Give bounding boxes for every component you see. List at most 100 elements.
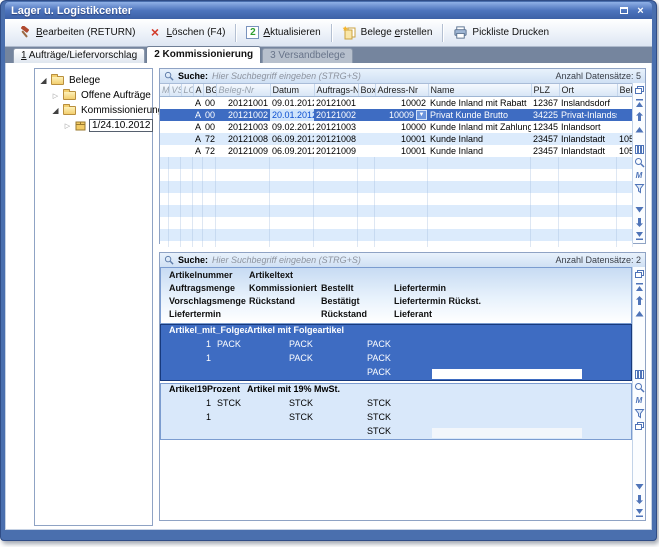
- create-documents-button[interactable]: Belege erstellen: [336, 23, 439, 42]
- positions-record-count: Anzahl Datensätze: 2: [555, 255, 641, 265]
- tree-item-kommission-1[interactable]: ▷ 1/24.10.2012: [35, 118, 152, 133]
- group-title-row: Artikel19Prozent Artikel mit 19% MwSt.: [161, 384, 631, 398]
- col-vs[interactable]: VS: [169, 84, 181, 97]
- einheit: PACK: [217, 339, 241, 349]
- hdr-liefertermin: Liefertermin: [394, 283, 446, 293]
- move-down-icon[interactable]: [634, 217, 645, 228]
- documents-icon: [342, 25, 357, 40]
- col-plz[interactable]: PLZ: [531, 84, 559, 97]
- tab-band: 1 Aufträge/Liefervorschlag 2 Kommissioni…: [5, 47, 652, 63]
- tree-item-offene-auftraege[interactable]: ▷ Offene Aufträge: [35, 88, 152, 103]
- goto-last-icon[interactable]: [634, 230, 645, 241]
- titlebar[interactable]: Lager u. Logistikcenter ×: [5, 2, 652, 19]
- col-bg[interactable]: BG: [203, 84, 216, 97]
- col-adress[interactable]: Adress-Nr: [375, 84, 428, 97]
- move-up-icon[interactable]: [634, 111, 645, 122]
- mark-icon[interactable]: M: [634, 395, 645, 406]
- toolbar-separator: [235, 24, 236, 42]
- orders-search-bar: Suche: Anzahl Datensätze: 5: [160, 69, 645, 84]
- page-down-icon[interactable]: [634, 481, 645, 492]
- col-beleg[interactable]: Beleg-Nr: [216, 84, 270, 97]
- refresh-button[interactable]: 2 Aktualisieren: [240, 24, 326, 41]
- search-magnifier-icon[interactable]: [634, 382, 645, 393]
- copy-window-icon[interactable]: [634, 269, 645, 280]
- kommissioniert-einheit: STCK: [289, 412, 313, 422]
- col-datum[interactable]: Datum: [270, 84, 314, 97]
- order-row[interactable]: A 72 20121008 06.09.2012 20121008 10001 …: [160, 133, 633, 145]
- package-icon: [75, 120, 86, 131]
- col-m[interactable]: M: [160, 84, 169, 97]
- tree-item-kommissionierung[interactable]: ◢ Kommissionierung: [35, 103, 152, 118]
- header-row-3: Vorschlagsmenge Rückstand Bestätigt Lief…: [161, 294, 631, 307]
- order-row[interactable]: A 72 20121009 06.09.2012 20121009 10001 …: [160, 145, 633, 157]
- print-picklist-button[interactable]: Pickliste Drucken: [447, 23, 555, 42]
- orders-table: M VS LO A BG Beleg-Nr Datum Auftrags-Nr.…: [160, 84, 634, 157]
- col-auftrag[interactable]: Auftrags-Nr.: [314, 84, 358, 97]
- goto-first-icon[interactable]: [634, 98, 645, 109]
- columns-icon[interactable]: [634, 144, 645, 155]
- search-magnifier-icon[interactable]: [634, 157, 645, 168]
- columns-icon[interactable]: [634, 369, 645, 380]
- create-documents-button-label: Belege erstellen: [361, 27, 433, 38]
- folder-icon: [51, 76, 64, 85]
- filter-icon[interactable]: [634, 183, 645, 194]
- tab-auftraege-liefervorschlag[interactable]: 1 Aufträge/Liefervorschlag: [13, 48, 145, 63]
- date-edit-cell[interactable]: 20.01.2012: [270, 109, 314, 121]
- col-box[interactable]: Box: [358, 84, 375, 97]
- edit-button-label: Bearbeiten (RETURN): [36, 27, 135, 38]
- order-row[interactable]: A 00 20121003 09.02.2012 20121003 10000 …: [160, 121, 633, 133]
- positions-search-input[interactable]: [212, 254, 551, 266]
- kommissioniert-einheit: PACK: [289, 339, 313, 349]
- copy-window-icon[interactable]: [634, 421, 645, 432]
- position-group-selected[interactable]: Artikel_mit_Folgeartikel Artikel mit Fol…: [160, 324, 632, 381]
- kommissioniert-einheit: STCK: [289, 398, 313, 408]
- artikelnummer: Artikel_mit_Folgeartikel: [169, 325, 247, 335]
- hdr-rueckstand: Rückstand: [249, 296, 321, 306]
- tree-expanded-icon[interactable]: ◢: [51, 106, 60, 115]
- tree-label: Offene Aufträge: [79, 90, 153, 101]
- col-lo[interactable]: LO: [181, 84, 193, 97]
- lieferant-input[interactable]: [432, 428, 582, 438]
- search-label: Suche:: [178, 71, 208, 81]
- mark-icon[interactable]: M: [634, 170, 645, 181]
- tree-collapsed-icon[interactable]: ▷: [51, 92, 60, 100]
- refresh-button-label: Aktualisieren: [263, 27, 320, 38]
- tree-item-belege[interactable]: ◢ Belege: [35, 73, 152, 88]
- close-icon[interactable]: ×: [633, 4, 648, 17]
- hdr-liefertermin-2: Liefertermin: [169, 309, 249, 319]
- copy-window-icon[interactable]: [634, 85, 645, 96]
- chevron-down-icon: ▼: [419, 112, 425, 118]
- bestellt-einheit: PACK: [367, 353, 391, 363]
- artikeltext: Artikel mit 19% MwSt.: [247, 384, 340, 394]
- filter-icon[interactable]: [634, 408, 645, 419]
- menge: 1: [169, 412, 211, 422]
- col-a[interactable]: A: [193, 84, 203, 97]
- dropdown-button[interactable]: ▼: [416, 110, 427, 120]
- search-label: Suche:: [178, 255, 208, 265]
- move-up-icon[interactable]: [634, 295, 645, 306]
- edit-button[interactable]: Bearbeiten (RETURN): [11, 23, 141, 42]
- goto-first-icon[interactable]: [634, 282, 645, 293]
- tree-collapsed-icon[interactable]: ▷: [63, 122, 72, 130]
- move-down-icon[interactable]: [634, 494, 645, 505]
- position-group[interactable]: Artikel19Prozent Artikel mit 19% MwSt. 1…: [160, 383, 632, 440]
- tree-expanded-icon[interactable]: ◢: [39, 76, 48, 85]
- tab-kommissionierung[interactable]: 2 Kommissionierung: [146, 46, 261, 63]
- hdr-bestellt: Bestellt: [321, 283, 394, 293]
- page-up-icon[interactable]: [634, 124, 645, 135]
- orders-search-input[interactable]: [212, 70, 551, 82]
- col-ort[interactable]: Ort: [559, 84, 617, 97]
- refresh-icon: 2: [246, 26, 259, 39]
- col-bel[interactable]: Bel: [617, 84, 633, 97]
- restore-icon[interactable]: [616, 4, 631, 17]
- page-up-icon[interactable]: [634, 308, 645, 319]
- page-down-icon[interactable]: [634, 204, 645, 215]
- delete-button[interactable]: × Löschen (F4): [141, 23, 231, 42]
- goto-last-icon[interactable]: [634, 507, 645, 518]
- order-row-selected[interactable]: A 00 20121002 20.01.2012 20121002 10009▼…: [160, 109, 633, 121]
- order-row[interactable]: A 00 20121001 09.01.2012 20121001 10002 …: [160, 97, 633, 110]
- col-name[interactable]: Name: [428, 84, 531, 97]
- lieferant-input[interactable]: [432, 369, 582, 379]
- positions-grid: Suche: Anzahl Datensätze: 2 Artikelnumme…: [159, 252, 646, 521]
- app-window: Lager u. Logistikcenter × Bearbeiten (RE…: [0, 0, 657, 541]
